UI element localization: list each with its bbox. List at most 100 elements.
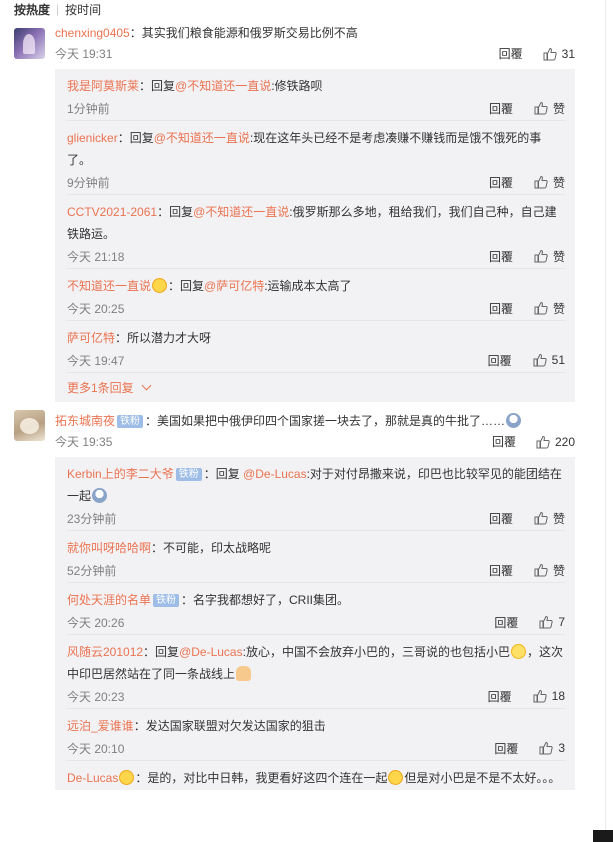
reply-button[interactable]: 回覆: [489, 248, 534, 265]
scrollbar-thumb[interactable]: [593, 830, 613, 842]
reply-username[interactable]: 萨可亿特: [67, 331, 115, 345]
reply-time: 52分钟前: [67, 563, 117, 578]
like-button[interactable]: 18: [533, 689, 565, 703]
cry-face-emoji-icon: [506, 413, 522, 428]
reply-item: glienicker：回复@不知道还一直说:现在这年头已经不是考虑凑赚不赚钱而是…: [67, 121, 565, 195]
fan-badge: 铁粉: [117, 415, 144, 428]
chevron-down-icon: [141, 380, 152, 391]
reply-button[interactable]: 回覆: [499, 45, 543, 62]
thumbs-up-icon: [533, 353, 547, 367]
reply-username[interactable]: 就你叫呀哈哈啊: [67, 541, 151, 555]
like-count: 7: [558, 615, 565, 629]
reply-time: 今天 20:25: [67, 301, 125, 316]
reply-username[interactable]: 不知道还一直说: [67, 279, 151, 293]
reply-username[interactable]: 何处天涯的名单: [67, 593, 151, 607]
like-button[interactable]: 赞: [534, 510, 565, 527]
reply-time: 1分钟前: [67, 101, 110, 116]
avatar[interactable]: [14, 28, 45, 59]
reply-username[interactable]: 远泊_爱谁谁: [67, 719, 134, 733]
reply-button[interactable]: 回覆: [489, 562, 534, 579]
fan-badge: 铁粉: [153, 594, 180, 607]
thumbs-up-icon: [539, 615, 553, 629]
comment-meta: 今天 19:31 回覆 31: [55, 44, 575, 63]
like-button[interactable]: 赞: [534, 562, 565, 579]
reply-time: 9分钟前: [67, 175, 110, 190]
thumbs-up-icon: [534, 563, 548, 577]
thumbs-up-icon: [534, 249, 548, 263]
reply-item: 萨可亿特：所以潜力才大呀 今天 19:47 回覆 51: [67, 321, 565, 373]
reply-button[interactable]: 回覆: [489, 100, 534, 117]
sort-by-time[interactable]: 按时间: [65, 1, 101, 18]
reply-item: 远泊_爱谁谁：发达国家联盟对欠发达国家的狙击 今天 20:10 回覆 3: [67, 709, 565, 761]
like-count: 赞: [552, 563, 565, 578]
like-button[interactable]: 3: [539, 741, 565, 755]
avatar[interactable]: [14, 410, 45, 441]
like-count: 220: [554, 434, 575, 449]
thumbs-up-icon: [536, 435, 550, 449]
reply-time: 今天 20:26: [67, 615, 125, 630]
like-count: 18: [551, 689, 565, 703]
thumbs-up-icon: [534, 101, 548, 115]
reply-button[interactable]: 回覆: [494, 614, 539, 631]
like-count: 51: [551, 353, 565, 367]
love-face-emoji-icon: [388, 770, 404, 785]
reply-username[interactable]: glienicker: [67, 131, 118, 145]
reply-list: 我是阿莫斯莱：回复@不知道还一直说:修铁路呗 1分钟前 回覆赞 glienicke…: [55, 69, 575, 402]
comment-meta: 今天 19:35 回覆 220: [55, 432, 575, 451]
comment-time: 今天 19:31: [55, 47, 113, 61]
like-button[interactable]: 赞: [534, 300, 565, 317]
sort-by-hot[interactable]: 按热度: [14, 1, 50, 18]
reply-item: 不知道还一直说 ：回复@萨可亿特:运输成本太高了 今天 20:25 回覆赞: [67, 269, 565, 321]
comment-username[interactable]: 拓东城南夜: [55, 414, 115, 428]
reply-button[interactable]: 回覆: [489, 510, 534, 527]
reply-button[interactable]: 回覆: [489, 174, 534, 191]
reply-button[interactable]: 回覆: [488, 352, 533, 369]
comment: chenxing0405：其实我们粮食能源和俄罗斯交易比例不高 今天 19:31…: [0, 18, 613, 402]
reply-username[interactable]: 我是阿莫斯莱: [67, 79, 139, 93]
love-face-emoji-icon: [119, 770, 135, 785]
reply-button[interactable]: 回覆: [494, 740, 539, 757]
reply-item: 就你叫呀哈哈啊：不可能，印太战略呢 52分钟前 回覆赞: [67, 531, 565, 583]
like-button[interactable]: 7: [539, 615, 565, 629]
reply-time: 今天 19:47: [67, 353, 125, 368]
reply-username[interactable]: CCTV2021-2061: [67, 205, 157, 219]
mention-link[interactable]: @De-Lucas: [179, 645, 243, 659]
reply-username[interactable]: Kerbin上的李二大爷: [67, 467, 174, 481]
comment-username[interactable]: chenxing0405: [55, 26, 130, 40]
reply-button[interactable]: 回覆: [488, 688, 533, 705]
like-button[interactable]: 31: [543, 47, 575, 61]
like-count: 赞: [552, 101, 565, 116]
like-button[interactable]: 赞: [534, 100, 565, 117]
sort-divider: |: [56, 2, 60, 16]
reply-button[interactable]: 回覆: [492, 433, 536, 450]
more-replies-link[interactable]: 更多1条回复: [67, 373, 565, 402]
thumbs-up-icon: [534, 511, 548, 525]
like-button[interactable]: 赞: [534, 248, 565, 265]
reply-time: 今天 20:10: [67, 741, 125, 756]
reply-time: 23分钟前: [67, 511, 117, 526]
reply-item: 风随云201012：回复@De-Lucas:放心，中国不会放弃小巴的，三哥说的也…: [67, 635, 565, 709]
thumbs-up-icon: [534, 301, 548, 315]
thumbs-up-icon: [533, 689, 547, 703]
like-button[interactable]: 220: [536, 435, 575, 449]
comment-text: chenxing0405：其实我们粮食能源和俄罗斯交易比例不高: [55, 26, 358, 40]
reply-username[interactable]: De-Lucas: [67, 771, 118, 785]
like-count: 3: [558, 741, 565, 755]
reply-item: 我是阿莫斯莱：回复@不知道还一直说:修铁路呗 1分钟前 回覆赞: [67, 69, 565, 121]
reply-username[interactable]: 风随云201012: [67, 645, 143, 659]
reply-time: 今天 20:23: [67, 689, 125, 704]
cry-face-emoji-icon: [92, 488, 108, 503]
reply-time: 今天 21:18: [67, 249, 125, 264]
comment-text: 拓东城南夜 铁粉 ：美国如果把中俄伊印四个国家搓一块去了，那就是真的牛批了……: [55, 412, 575, 430]
mention-link[interactable]: @不知道还一直说: [175, 79, 271, 93]
like-button[interactable]: 赞: [534, 174, 565, 191]
like-button[interactable]: 51: [533, 353, 565, 367]
like-count: 31: [561, 46, 575, 61]
reply-item: 何处天涯的名单 铁粉 ：名字我都想好了，CRII集团。 今天 20:26 回覆 7: [67, 583, 565, 635]
thumbs-up-icon: [543, 47, 557, 61]
mention-link[interactable]: @萨可亿特: [204, 279, 264, 293]
mention-link[interactable]: @De-Lucas: [243, 467, 307, 481]
mention-link[interactable]: @不知道还一直说: [193, 205, 289, 219]
reply-button[interactable]: 回覆: [489, 300, 534, 317]
mention-link[interactable]: @不知道还一直说: [154, 131, 250, 145]
